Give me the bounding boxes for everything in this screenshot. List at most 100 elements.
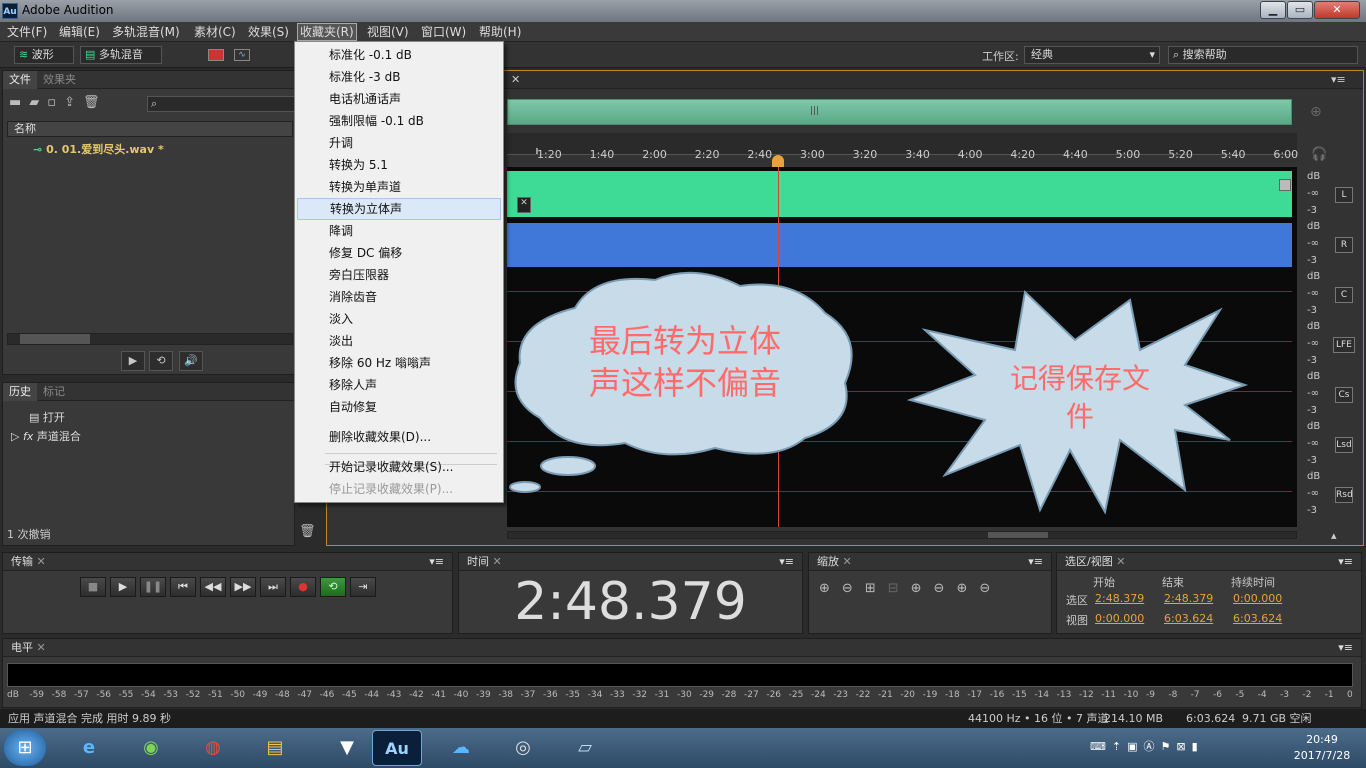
signal-icon[interactable]: ▮ bbox=[1192, 740, 1204, 753]
menu-edit[interactable]: 编辑(E) bbox=[57, 24, 102, 40]
channel-toggle-r[interactable]: R bbox=[1335, 237, 1353, 253]
menu-clip[interactable]: 素材(C) bbox=[192, 24, 238, 40]
security-icon[interactable]: Ⓐ bbox=[1144, 740, 1161, 753]
multitrack-view-button[interactable]: ▤ 多轨混音 bbox=[80, 46, 162, 64]
file-explorer-icon[interactable]: ▤ bbox=[250, 730, 300, 766]
close-tab-icon[interactable]: ✕ bbox=[843, 555, 852, 568]
headphones-icon[interactable]: 🎧 bbox=[1311, 147, 1327, 162]
zoom-right-icon[interactable]: ⊖ bbox=[979, 581, 1002, 596]
close-button[interactable]: ✕ bbox=[1314, 1, 1360, 19]
record-button[interactable]: ● bbox=[290, 577, 316, 597]
history-item-open[interactable]: ▤ 打开 bbox=[29, 409, 65, 425]
channel-toggle-lfe[interactable]: LFE bbox=[1333, 337, 1355, 353]
panel-menu-icon[interactable]: ▾≡ bbox=[1028, 553, 1043, 571]
view-start[interactable]: 0:00.000 bbox=[1095, 612, 1144, 625]
zoom-out-amplitude-icon[interactable]: ⊖ bbox=[842, 581, 865, 596]
menu-item-favorite[interactable]: 移除人声 bbox=[297, 374, 501, 396]
menu-item-start-record[interactable]: 开始记录收藏效果(S)... bbox=[297, 456, 501, 478]
export-icon[interactable]: ⇪ bbox=[64, 95, 83, 110]
menu-file[interactable]: 文件(F) bbox=[5, 24, 49, 40]
panel-menu-icon[interactable]: ▾≡ bbox=[1338, 639, 1353, 657]
audition-taskbar-icon[interactable]: Au bbox=[372, 730, 422, 766]
pin-icon[interactable]: ✕ bbox=[517, 197, 531, 213]
menu-item-favorite[interactable]: 转换为立体声 bbox=[297, 198, 501, 220]
menu-item-favorite[interactable]: 降调 bbox=[297, 220, 501, 242]
menu-item-favorite[interactable]: 消除齿音 bbox=[297, 286, 501, 308]
menu-item-favorite[interactable]: 标准化 -0.1 dB bbox=[297, 44, 501, 66]
name-column-header[interactable]: 名称 bbox=[7, 121, 293, 137]
menu-item-favorite[interactable]: 强制限幅 -0.1 dB bbox=[297, 110, 501, 132]
zoom-in-time-icon[interactable]: ⊕ bbox=[911, 581, 934, 596]
channel-toggle-c[interactable]: C bbox=[1335, 287, 1353, 303]
menu-multitrack[interactable]: 多轨混音(M) bbox=[110, 24, 182, 40]
playhead-marker[interactable] bbox=[772, 155, 784, 167]
tab-files[interactable]: 文件 bbox=[3, 71, 37, 89]
panel-menu-icon[interactable]: ▾≡ bbox=[779, 553, 794, 571]
selection-duration[interactable]: 0:00.000 bbox=[1233, 592, 1282, 605]
menu-item-favorite[interactable]: 升调 bbox=[297, 132, 501, 154]
menu-window[interactable]: 窗口(W) bbox=[419, 24, 468, 40]
clock[interactable]: 20:49 2017/7/28 bbox=[1290, 732, 1354, 764]
network-icon[interactable]: ⊠ bbox=[1176, 740, 1191, 753]
autoplay-button[interactable]: 🔊 bbox=[179, 351, 203, 371]
zoom-left-icon[interactable]: ⊕ bbox=[956, 581, 979, 596]
menu-help[interactable]: 帮助(H) bbox=[477, 24, 523, 40]
maximize-button[interactable]: ▭ bbox=[1287, 1, 1313, 19]
menu-item-favorite[interactable]: 电话机通话声 bbox=[297, 88, 501, 110]
channel-toggle-l[interactable]: L bbox=[1335, 187, 1353, 203]
go-to-end-button[interactable]: ⏭ bbox=[260, 577, 286, 597]
open-folder-icon[interactable]: ▬ bbox=[9, 95, 29, 110]
channel-toggle-rsd[interactable]: Rsd bbox=[1335, 487, 1353, 503]
tray-arrow-icon[interactable]: ⇡ bbox=[1112, 740, 1127, 753]
trash-icon[interactable]: 🗑 bbox=[83, 95, 108, 110]
menu-effects[interactable]: 效果(S) bbox=[246, 24, 291, 40]
keyboard-icon[interactable]: ⌨ bbox=[1090, 740, 1112, 753]
fast-forward-button[interactable]: ▶▶ bbox=[230, 577, 256, 597]
chrome-icon[interactable]: ◍ bbox=[188, 730, 238, 766]
menu-favorites[interactable]: 收藏夹(R) bbox=[297, 23, 357, 41]
close-tab-icon[interactable]: ✕ bbox=[511, 73, 520, 86]
notes-icon[interactable]: ▱ bbox=[560, 730, 610, 766]
play-preview-button[interactable]: ▶ bbox=[121, 351, 145, 371]
close-tab-icon[interactable]: ✕ bbox=[37, 555, 46, 568]
pause-button[interactable]: ❚❚ bbox=[140, 577, 166, 597]
menu-item-favorite[interactable]: 淡入 bbox=[297, 308, 501, 330]
menu-item-favorite[interactable]: 自动修复 bbox=[297, 396, 501, 418]
resize-handle[interactable] bbox=[1279, 179, 1291, 191]
panel-menu-icon[interactable]: ▾≡ bbox=[1338, 553, 1353, 571]
minimize-button[interactable]: ▁ bbox=[1260, 1, 1286, 19]
film-reel-icon[interactable]: ◎ bbox=[498, 730, 548, 766]
zoom-out-time-icon[interactable]: ⊖ bbox=[934, 581, 957, 596]
browser-360-icon[interactable]: ◉ bbox=[126, 730, 176, 766]
panel-menu-icon[interactable]: ▾≡ bbox=[1331, 73, 1346, 86]
help-search-input[interactable]: ⌕ 搜索帮助 bbox=[1168, 46, 1358, 64]
menu-item-favorite[interactable]: 修复 DC 偏移 bbox=[297, 242, 501, 264]
view-duration[interactable]: 6:03.624 bbox=[1233, 612, 1282, 625]
trash-icon[interactable]: 🗑 bbox=[299, 524, 316, 539]
skip-selection-button[interactable]: ⇥ bbox=[350, 577, 376, 597]
menu-item-favorite[interactable]: 移除 60 Hz 嗡嗡声 bbox=[297, 352, 501, 374]
overview-bar[interactable]: ||| bbox=[507, 99, 1292, 125]
zoom-navigator-icon[interactable]: ⊕ bbox=[1310, 104, 1322, 120]
menu-item-favorite[interactable]: 旁白压限器 bbox=[297, 264, 501, 286]
panel-menu-icon[interactable]: ▾≡ bbox=[429, 553, 444, 571]
tab-history[interactable]: 历史 bbox=[3, 383, 37, 401]
zoom-in-amplitude-icon[interactable]: ⊕ bbox=[819, 581, 842, 596]
file-search-input[interactable]: ⌕ bbox=[147, 96, 295, 112]
channel-toggle-cs[interactable]: Cs bbox=[1335, 387, 1353, 403]
menu-item-favorite[interactable]: 转换为 5.1 bbox=[297, 154, 501, 176]
workspace-select[interactable]: 经典 ▾ bbox=[1024, 46, 1160, 64]
panel-up-icon[interactable]: ▴ bbox=[1331, 529, 1337, 542]
menu-item-favorite[interactable]: 标准化 -3 dB bbox=[297, 66, 501, 88]
waveform-view-button[interactable]: ≋ 波形 bbox=[14, 46, 74, 64]
flag-icon[interactable]: ⚑ bbox=[1161, 740, 1177, 753]
selection-end[interactable]: 2:48.379 bbox=[1164, 592, 1213, 605]
usb-icon[interactable]: ▣ bbox=[1127, 740, 1143, 753]
scrollbar-thumb[interactable] bbox=[20, 334, 90, 344]
close-tab-icon[interactable]: ✕ bbox=[37, 641, 46, 654]
loop-preview-button[interactable]: ⟲ bbox=[149, 351, 173, 371]
import-icon[interactable]: ▰ bbox=[29, 95, 47, 110]
rewind-button[interactable]: ◀◀ bbox=[200, 577, 226, 597]
zoom-full-icon[interactable]: ⊞ bbox=[865, 581, 888, 596]
menu-item-delete-favorite[interactable]: 删除收藏效果(D)... bbox=[297, 426, 501, 448]
